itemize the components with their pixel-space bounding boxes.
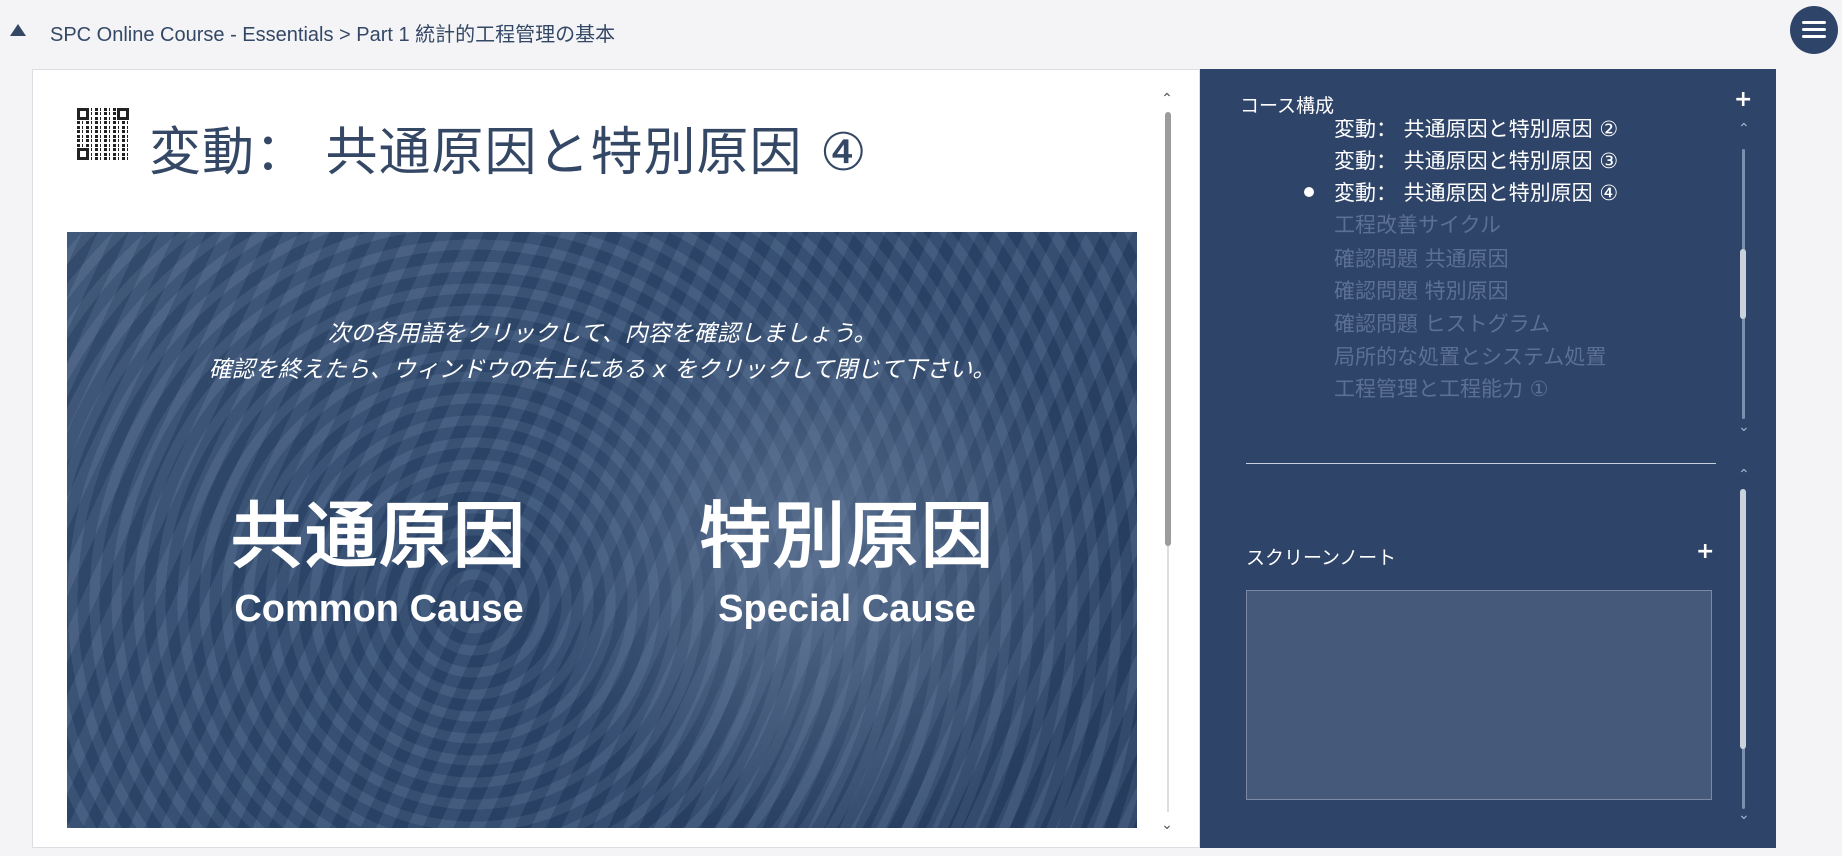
scroll-up-icon[interactable]: ⌃ <box>1161 92 1173 106</box>
scroll-up-icon[interactable]: ⌃ <box>1738 121 1750 137</box>
collapse-arrow-icon[interactable] <box>10 24 26 36</box>
qr-code-icon <box>77 108 129 160</box>
scroll-thumb[interactable] <box>1740 489 1746 749</box>
page-title: 変動： 共通原因と特別原因 ④ <box>149 123 868 183</box>
content-scrollbar[interactable]: ⌃ ⌄ <box>1161 92 1173 832</box>
course-structure-heading: コース構成 <box>1240 95 1335 117</box>
qr-corner <box>117 108 129 120</box>
term-en-label: Common Cause <box>234 588 524 630</box>
sidebar-divider <box>1246 463 1716 464</box>
sidebar: コース構成 + 変動： 共通原因と特別原因 ② 変動： 共通原因と特別原因 ③ … <box>1200 69 1776 848</box>
screen-notes-heading: スクリーンノート <box>1246 547 1397 569</box>
course-item-current[interactable]: 変動： 共通原因と特別原因 ④ <box>1334 177 1618 207</box>
term-jp-label: 特別原因 <box>698 494 995 578</box>
course-item: 工程管理と工程能力 ① <box>1334 377 1549 401</box>
content-panel: 変動： 共通原因と特別原因 ④ 次の各用語をクリックして、内容を確認しましょう。… <box>32 69 1200 848</box>
menu-icon-bar <box>1802 28 1826 31</box>
top-bar: SPC Online Course - Essentials > Part 1 … <box>0 0 1842 62</box>
qr-corner <box>77 148 89 160</box>
scroll-thumb[interactable] <box>1740 249 1746 319</box>
slide-image: 次の各用語をクリックして、内容を確認しましょう。 確認を終えたら、ウィンドウの右… <box>67 232 1137 828</box>
menu-icon <box>1802 21 1826 24</box>
course-item[interactable]: 変動： 共通原因と特別原因 ② <box>1334 119 1618 143</box>
course-item: 工程改善サイクル <box>1334 213 1501 237</box>
scroll-down-icon[interactable]: ⌄ <box>1738 419 1750 435</box>
course-item: 局所的な処置とシステム処置 <box>1334 345 1607 369</box>
course-structure-list: 変動： 共通原因と特別原因 ② 変動： 共通原因と特別原因 ③ 変動： 共通原因… <box>1200 119 1776 439</box>
special-cause-button[interactable]: 特別原因 Special Cause <box>657 496 1037 631</box>
screen-notes-textarea[interactable] <box>1246 590 1712 800</box>
slide-instruction-line-2: 確認を終えたら、ウィンドウの右上にある x をクリックして閉じて下さい。 <box>208 357 996 383</box>
common-cause-button[interactable]: 共通原因 Common Cause <box>189 496 569 631</box>
hamburger-menu-button[interactable] <box>1790 6 1838 54</box>
course-item: 確認問題 特別原因 <box>1334 279 1509 303</box>
slide-instruction-line-1: 次の各用語をクリックして、内容を確認しましょう。 <box>327 321 877 347</box>
course-item: 確認問題 共通原因 <box>1334 247 1509 271</box>
qr-corner <box>77 108 89 120</box>
current-item-bullet-icon <box>1304 187 1314 197</box>
screen-notes-expand-button[interactable]: + <box>1696 539 1714 564</box>
scroll-down-icon[interactable]: ⌄ <box>1161 818 1173 832</box>
scroll-up-icon[interactable]: ⌃ <box>1738 467 1750 483</box>
scroll-thumb[interactable] <box>1165 112 1171 546</box>
breadcrumb: SPC Online Course - Essentials > Part 1 … <box>50 24 616 46</box>
course-item: 確認問題 ヒストグラム <box>1334 312 1551 336</box>
term-en-label: Special Cause <box>718 588 976 630</box>
scroll-down-icon[interactable]: ⌄ <box>1738 807 1750 823</box>
course-item[interactable]: 変動： 共通原因と特別原因 ③ <box>1334 145 1618 175</box>
term-jp-label: 共通原因 <box>230 494 527 578</box>
course-structure-expand-button[interactable]: + <box>1734 87 1752 112</box>
menu-icon-bar <box>1802 35 1826 38</box>
